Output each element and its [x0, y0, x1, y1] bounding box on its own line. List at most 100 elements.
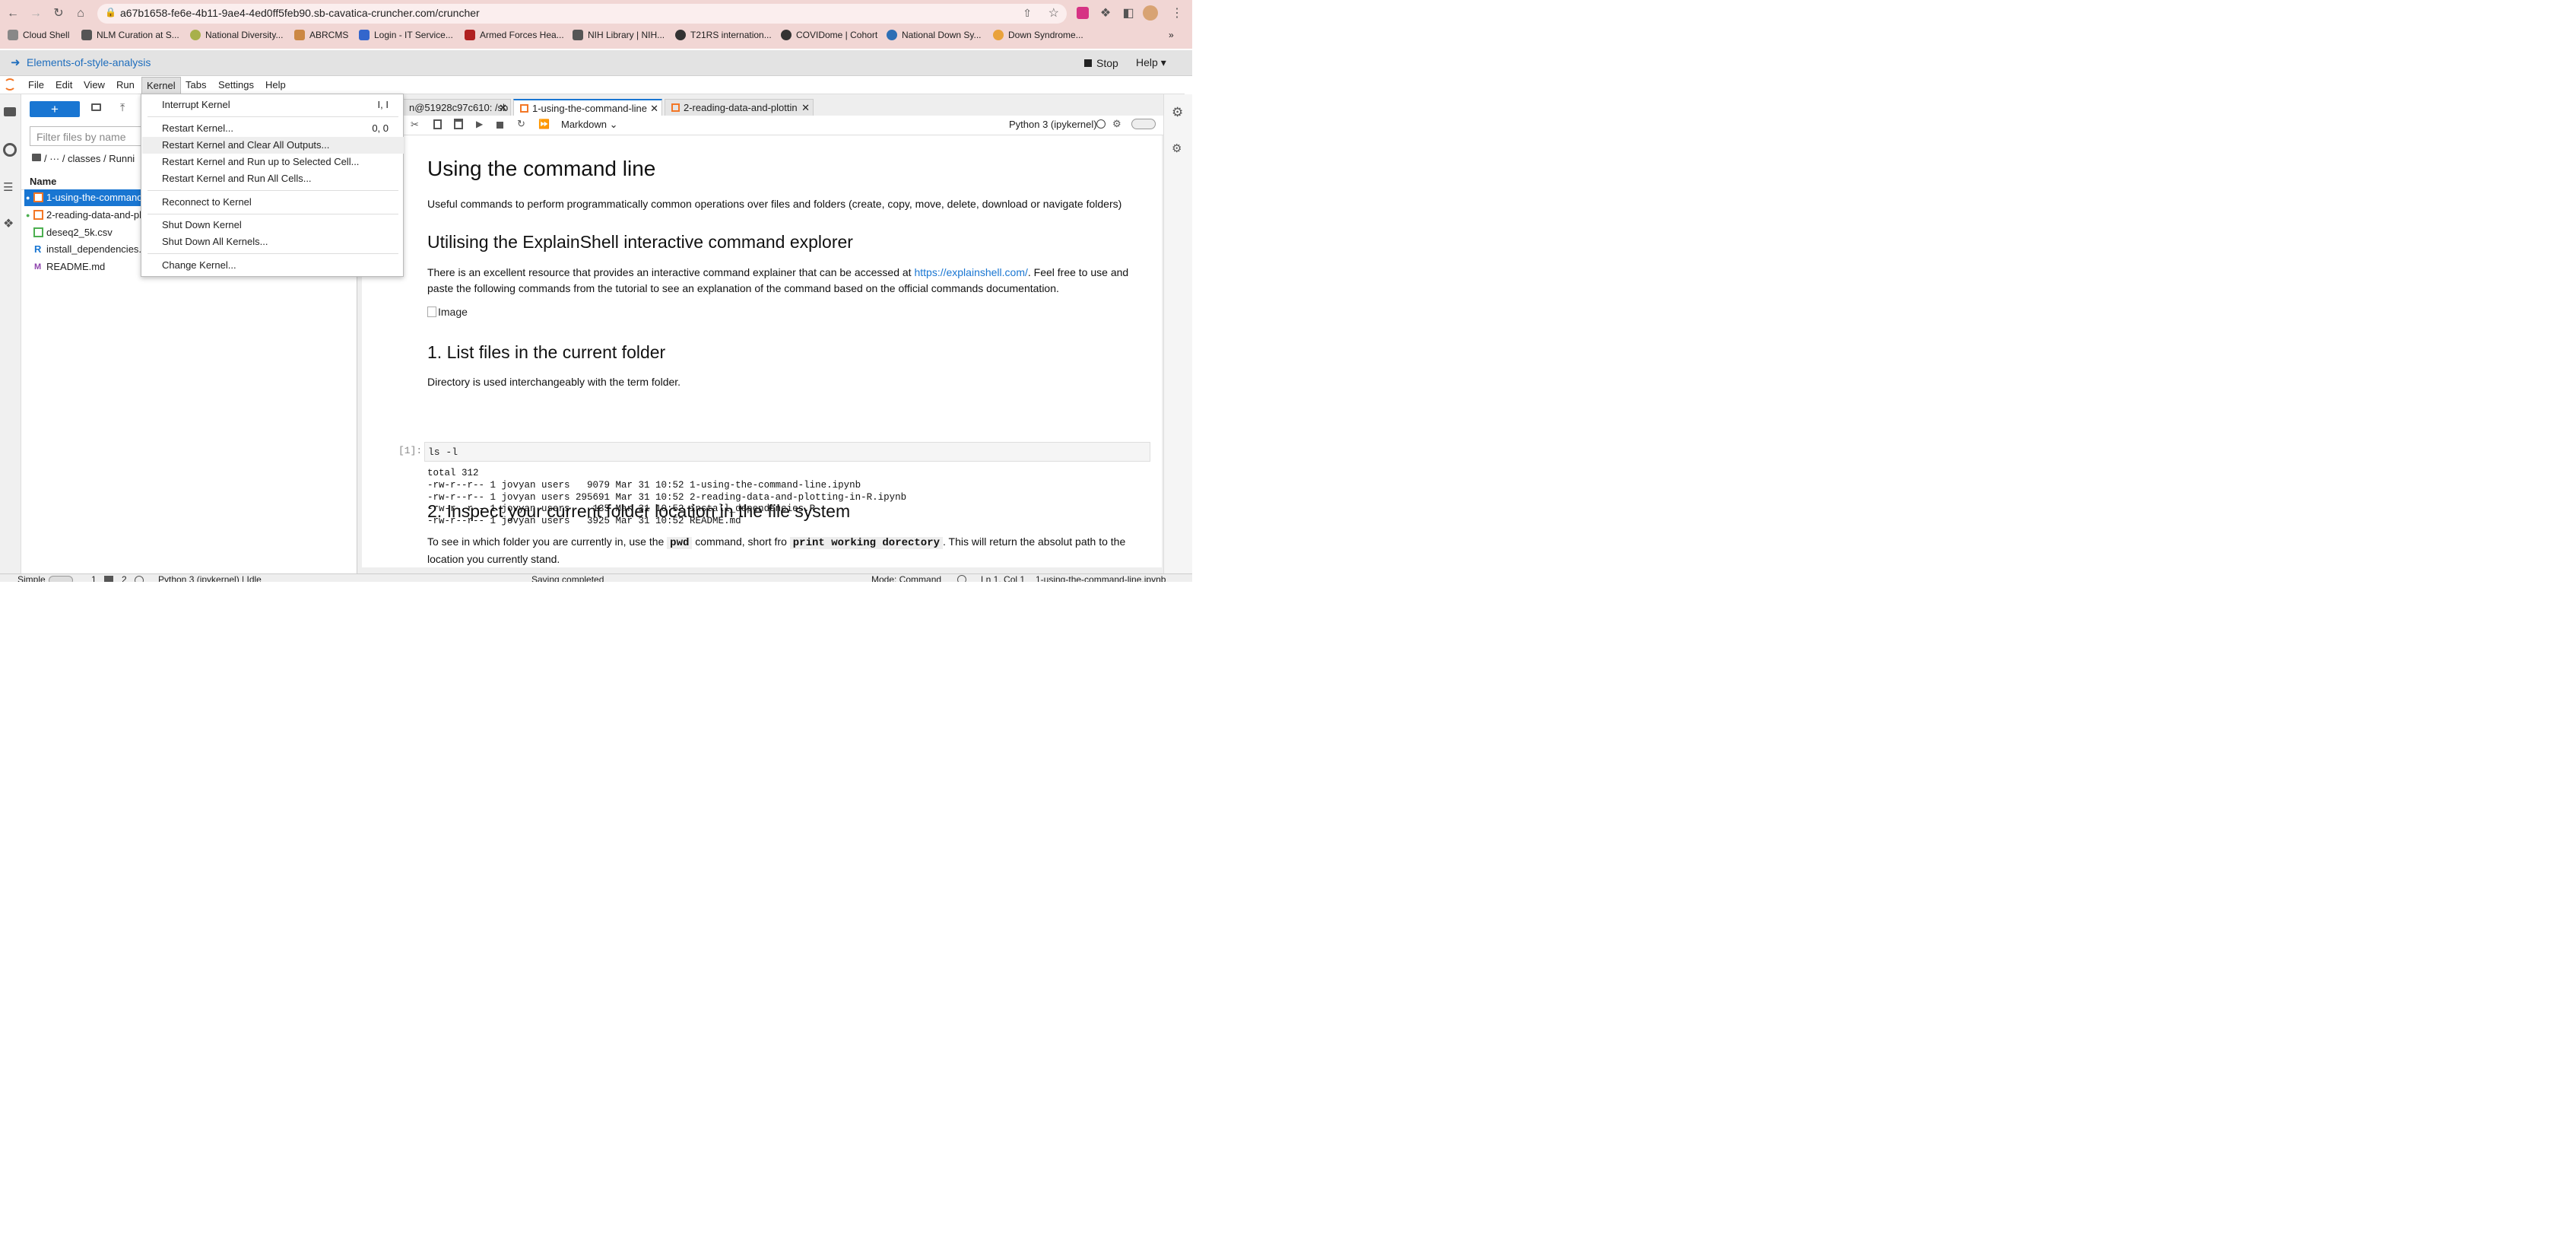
profile-avatar[interactable] — [1143, 5, 1158, 21]
debug-icon[interactable]: ⚙ — [1112, 118, 1121, 130]
tab-terminal[interactable]: n@51928c97c610: /sb ✕ — [403, 99, 511, 117]
menu-item-reconnect[interactable]: Reconnect to Kernel — [142, 194, 404, 211]
toc-icon[interactable]: ☰ — [3, 180, 13, 194]
help-button[interactable]: Help ▾ — [1136, 56, 1166, 69]
extension-manager-icon[interactable]: ❖ — [3, 216, 14, 231]
column-name[interactable]: Name — [30, 176, 56, 187]
filter-input[interactable]: Filter files by name — [36, 131, 125, 143]
tab-notebook-1[interactable]: 1-using-the-command-line ✕ — [513, 99, 662, 117]
stop-button[interactable]: Stop — [1084, 57, 1118, 69]
bookmark[interactable]: ABRCMS — [294, 30, 348, 40]
cursor-position[interactable]: Ln 1, Col 1 — [981, 574, 1025, 582]
menu-item-restart-kernel[interactable]: Restart Kernel... 0, 0 — [142, 120, 404, 137]
bookmark[interactable]: Login - IT Service... — [359, 30, 453, 40]
extensions-puzzle-icon[interactable]: ❖ — [1098, 6, 1113, 21]
tab-notebook-2[interactable]: 2-reading-data-and-plottin ✕ — [665, 99, 814, 117]
interrupt-icon[interactable] — [496, 122, 503, 129]
bookmark-icon — [81, 30, 92, 40]
kebab-menu-icon[interactable]: ⋮ — [1169, 6, 1185, 21]
menu-item-change-kernel[interactable]: Change Kernel... — [142, 257, 404, 274]
notebook-icon — [520, 104, 528, 113]
explainshell-link[interactable]: https://explainshell.com/ — [914, 266, 1027, 278]
menu-item-restart-run-up-to[interactable]: Restart Kernel and Run up to Selected Ce… — [142, 154, 404, 170]
debugger-icon[interactable]: ⚙ — [1172, 141, 1182, 155]
back-arrow-icon[interactable]: ➜ — [11, 56, 21, 69]
forward-icon[interactable]: → — [28, 6, 43, 21]
bookmark[interactable]: COVIDome | Cohort — [781, 30, 877, 40]
broken-image: Image — [427, 306, 468, 318]
kernel-name[interactable]: Python 3 (ipykernel) — [1009, 119, 1097, 130]
r-file-icon: R — [34, 243, 42, 255]
bookmark[interactable]: NLM Curation at S... — [81, 30, 179, 40]
code-cell-editor[interactable]: ls -l — [424, 442, 1150, 462]
debugger-toggle[interactable] — [1131, 119, 1156, 129]
kernels-count[interactable]: 2 — [122, 574, 127, 582]
close-icon[interactable]: ✕ — [650, 100, 658, 117]
simple-mode-label: Simple — [17, 574, 46, 582]
menu-item-shut-down[interactable]: Shut Down Kernel — [142, 217, 404, 233]
copy-icon[interactable] — [433, 119, 442, 129]
restart-icon[interactable]: ↻ — [517, 118, 525, 130]
cell-type-select[interactable]: Markdown ⌄ — [561, 119, 618, 131]
menu-separator — [148, 116, 398, 117]
menu-view[interactable]: View — [79, 79, 109, 91]
fast-forward-icon[interactable]: ⏩ — [538, 119, 550, 129]
close-icon[interactable]: ✕ — [801, 100, 810, 116]
upload-icon[interactable]: ⤒ — [120, 101, 125, 114]
kernel-status[interactable]: Python 3 (ipykernel) | Idle — [158, 574, 262, 582]
reload-icon[interactable]: ↻ — [51, 6, 66, 21]
menu-item-restart-run-all[interactable]: Restart Kernel and Run All Cells... — [142, 170, 404, 187]
notification-icon[interactable] — [957, 575, 966, 582]
simple-mode-toggle[interactable] — [49, 576, 73, 582]
project-title[interactable]: Elements-of-style-analysis — [27, 56, 151, 68]
kernel-menu: Interrupt Kernel I, I Restart Kernel... 0,… — [141, 94, 404, 277]
menu-settings[interactable]: Settings — [214, 79, 259, 91]
bookmark-star-icon[interactable]: ☆ — [1048, 5, 1059, 21]
bookmark[interactable]: Down Syndrome... — [993, 30, 1083, 40]
menu-item-shut-down-all[interactable]: Shut Down All Kernels... — [142, 233, 404, 250]
new-folder-icon[interactable] — [91, 103, 101, 111]
property-inspector-icon[interactable]: ⚙ — [1172, 105, 1183, 120]
folder-icon[interactable] — [4, 107, 16, 116]
menu-help[interactable]: Help — [261, 79, 290, 91]
menubar: File Edit View Run Kernel Tabs Settings … — [0, 77, 1185, 94]
markdown-icon: M — [34, 262, 42, 272]
more-bookmarks[interactable]: » — [1169, 30, 1174, 40]
bookmark-icon — [190, 30, 201, 40]
bookmark[interactable]: T21RS internation... — [675, 30, 772, 40]
folder-icon[interactable] — [32, 154, 41, 161]
menu-file[interactable]: File — [24, 79, 49, 91]
bookmark[interactable]: Armed Forces Hea... — [465, 30, 564, 40]
section-heading: 1. List files in the current folder — [427, 342, 666, 362]
bookmark[interactable]: National Diversity... — [190, 30, 283, 40]
bookmark[interactable]: NIH Library | NIH... — [573, 30, 665, 40]
breadcrumb[interactable]: / ··· / classes / Runni — [44, 153, 135, 164]
close-icon[interactable]: ✕ — [499, 100, 507, 116]
new-launcher-button[interactable]: + — [30, 101, 80, 117]
sidebar-icon[interactable]: ◧ — [1121, 6, 1136, 21]
home-icon[interactable]: ⌂ — [73, 6, 88, 21]
run-icon[interactable]: ▶ — [476, 119, 483, 129]
current-filename: 1-using-the-command-line.ipynb — [1036, 574, 1166, 582]
paste-icon[interactable] — [454, 119, 463, 129]
menu-item-interrupt-kernel[interactable]: Interrupt Kernel I, I — [142, 97, 404, 113]
cut-icon[interactable]: ✂ — [411, 119, 419, 131]
bookmark-icon — [675, 30, 686, 40]
bookmark[interactable]: National Down Sy... — [887, 30, 982, 40]
menu-run[interactable]: Run — [112, 79, 139, 91]
share-icon[interactable]: ⇧ — [1023, 7, 1032, 20]
address-bar[interactable]: 🔒 a67b1658-fe6e-4b11-9ae4-4ed0ff5feb90.s… — [97, 4, 1067, 24]
menu-tabs[interactable]: Tabs — [181, 79, 211, 91]
bookmark-icon — [573, 30, 583, 40]
back-icon[interactable]: ← — [5, 6, 21, 21]
menu-kernel[interactable]: Kernel — [141, 77, 181, 94]
menu-item-restart-clear[interactable]: Restart Kernel and Clear All Outputs... — [142, 137, 404, 154]
code-text[interactable]: ls -l — [428, 446, 458, 458]
terminals-count[interactable]: 1 — [91, 574, 97, 582]
extension-icon[interactable] — [1077, 7, 1089, 19]
running-icon[interactable] — [3, 143, 17, 157]
menu-edit[interactable]: Edit — [51, 79, 77, 91]
save-status: Saving completed — [531, 574, 604, 582]
bookmark[interactable]: Cloud Shell — [8, 30, 69, 40]
menu-separator — [148, 190, 398, 191]
